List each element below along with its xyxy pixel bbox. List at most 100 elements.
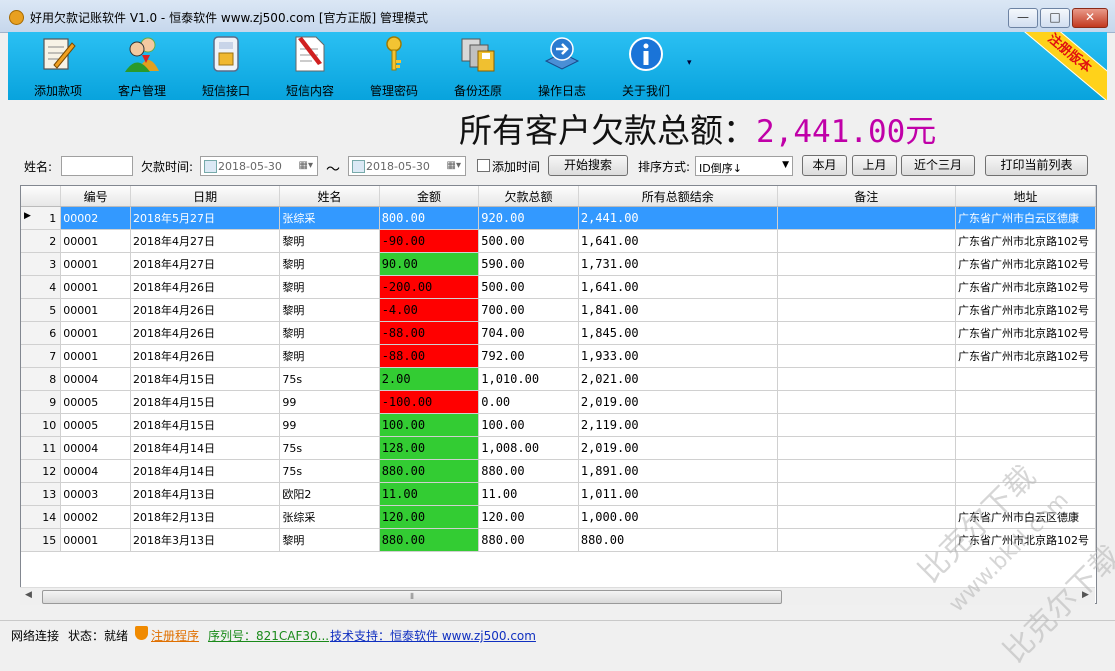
column-header-balance[interactable]: 所有总额结余 (578, 186, 778, 207)
cell-id[interactable]: 00001 (60, 344, 131, 368)
cell-amount[interactable]: 880.00 (379, 459, 480, 483)
cell-amount[interactable]: -4.00 (379, 298, 480, 322)
row-number[interactable]: 9 (21, 390, 62, 414)
cell-address[interactable]: 广东省广州市北京路102号 (955, 275, 1096, 299)
cell-address[interactable]: 广东省广州市北京路102号 (955, 528, 1096, 552)
table-row[interactable]: 13 00003 2018年4月13日 欧阳2 11.00 11.00 1,011.00 (21, 482, 1096, 506)
cell-date[interactable]: 2018年4月14日 (130, 459, 281, 483)
cell-date[interactable]: 2018年4月27日 (130, 229, 281, 253)
last-three-months-button[interactable]: 近个三月 (901, 155, 975, 176)
cell-name[interactable]: 黎明 (279, 229, 380, 253)
cell-address[interactable] (955, 459, 1096, 483)
row-number[interactable]: 7 (21, 344, 62, 368)
cell-id[interactable]: 00001 (60, 275, 131, 299)
search-button[interactable]: 开始搜索 (548, 155, 628, 176)
cell-balance[interactable]: 2,019.00 (578, 390, 778, 414)
column-header-id[interactable]: 编号 (60, 186, 131, 207)
cell-balance[interactable]: 2,021.00 (578, 367, 778, 391)
table-row[interactable]: 8 00004 2018年4月15日 75s 2.00 1,010.00 2,021.00 (21, 367, 1096, 391)
cell-note[interactable] (777, 321, 956, 345)
cell-note[interactable] (777, 206, 956, 230)
support-link[interactable]: 技术支持：恒泰软件 www.zj500.com (330, 627, 536, 644)
cell-address[interactable] (955, 482, 1096, 506)
cell-balance[interactable]: 1,891.00 (578, 459, 778, 483)
cell-balance[interactable]: 2,019.00 (578, 436, 778, 460)
serial-number[interactable]: 序列号：821CAF30... (208, 627, 329, 644)
cell-amount[interactable]: -88.00 (379, 344, 480, 368)
cell-name[interactable]: 99 (279, 413, 380, 437)
row-number[interactable]: 13 (21, 482, 62, 506)
row-number[interactable]: 5 (21, 298, 62, 322)
table-row[interactable]: 6 00001 2018年4月26日 黎明 -88.00 704.00 1,845.00 广东… (21, 321, 1096, 345)
cell-balance[interactable]: 2,119.00 (578, 413, 778, 437)
tool-sms-content[interactable]: 短信内容 (268, 32, 352, 100)
minimize-button[interactable]: — (1008, 8, 1038, 28)
table-row[interactable]: 3 00001 2018年4月27日 黎明 90.00 590.00 1,731.00 广东省… (21, 252, 1096, 276)
cell-name[interactable]: 黎明 (279, 275, 380, 299)
scroll-right-icon[interactable]: ▶ (1082, 590, 1089, 600)
cell-balance[interactable]: 1,011.00 (578, 482, 778, 506)
cell-amount[interactable]: -200.00 (379, 275, 480, 299)
cell-name[interactable]: 张综采 (279, 505, 380, 529)
cell-debt-total[interactable]: 100.00 (478, 413, 579, 437)
horizontal-scrollbar[interactable]: ◀ ⦀ ▶ (20, 587, 1095, 605)
cell-note[interactable] (777, 229, 956, 253)
cell-note[interactable] (777, 528, 956, 552)
cell-date[interactable]: 2018年4月26日 (130, 321, 281, 345)
cell-debt-total[interactable]: 700.00 (478, 298, 579, 322)
cell-id[interactable]: 00004 (60, 459, 131, 483)
cell-id[interactable]: 00005 (60, 413, 131, 437)
cell-id[interactable]: 00001 (60, 252, 131, 276)
column-header-address[interactable]: 地址 (955, 186, 1096, 207)
cell-balance[interactable]: 880.00 (578, 528, 778, 552)
cell-amount[interactable]: 128.00 (379, 436, 480, 460)
cell-amount[interactable]: 800.00 (379, 206, 480, 230)
date-to-picker[interactable]: 2018-05-30 ▦▾ (348, 156, 466, 176)
column-header-debt-total[interactable]: 欠款总额 (478, 186, 579, 207)
cell-amount[interactable]: 11.00 (379, 482, 480, 506)
row-number[interactable]: 12 (21, 459, 62, 483)
cell-balance[interactable]: 2,441.00 (578, 206, 778, 230)
this-month-button[interactable]: 本月 (802, 155, 847, 176)
cell-date[interactable]: 2018年4月14日 (130, 436, 281, 460)
print-list-button[interactable]: 打印当前列表 (985, 155, 1088, 176)
tool-sms-api[interactable]: 短信接口 (184, 32, 268, 100)
row-number[interactable]: 14 (21, 505, 62, 529)
cell-id[interactable]: 00001 (60, 321, 131, 345)
close-button[interactable]: ✕ (1072, 8, 1108, 28)
cell-address[interactable]: 广东省广州市北京路102号 (955, 321, 1096, 345)
last-month-button[interactable]: 上月 (852, 155, 897, 176)
cell-balance[interactable]: 1,641.00 (578, 275, 778, 299)
cell-name[interactable]: 75s (279, 459, 380, 483)
cell-debt-total[interactable]: 500.00 (478, 229, 579, 253)
debt-records-grid[interactable]: 编号 日期 姓名 金额 欠款总额 所有总额结余 备注 地址 ▶ 1 00002 201… (20, 185, 1097, 604)
cell-address[interactable]: 广东省广州市北京路102号 (955, 298, 1096, 322)
cell-amount[interactable]: 120.00 (379, 505, 480, 529)
table-row[interactable]: 14 00002 2018年2月13日 张综采 120.00 120.00 1,000.00… (21, 505, 1096, 529)
cell-name[interactable]: 75s (279, 367, 380, 391)
cell-date[interactable]: 2018年4月27日 (130, 252, 281, 276)
cell-id[interactable]: 00001 (60, 528, 131, 552)
cell-id[interactable]: 00004 (60, 367, 131, 391)
cell-balance[interactable]: 1,641.00 (578, 229, 778, 253)
cell-date[interactable]: 2018年4月15日 (130, 367, 281, 391)
cell-amount[interactable]: -100.00 (379, 390, 480, 414)
name-input[interactable] (61, 156, 133, 176)
cell-note[interactable] (777, 275, 956, 299)
cell-name[interactable]: 黎明 (279, 344, 380, 368)
row-number[interactable]: 6 (21, 321, 62, 345)
tool-password[interactable]: 管理密码 (352, 32, 436, 100)
cell-debt-total[interactable]: 920.00 (478, 206, 579, 230)
cell-balance[interactable]: 1,933.00 (578, 344, 778, 368)
cell-address[interactable]: 广东省广州市白云区德康 (955, 206, 1096, 230)
row-number[interactable]: 11 (21, 436, 62, 460)
cell-date[interactable]: 2018年4月13日 (130, 482, 281, 506)
cell-name[interactable]: 欧阳2 (279, 482, 380, 506)
cell-date[interactable]: 2018年4月26日 (130, 344, 281, 368)
cell-note[interactable] (777, 298, 956, 322)
row-number[interactable]: ▶ 1 (21, 206, 62, 230)
cell-id[interactable]: 00001 (60, 229, 131, 253)
tool-customers[interactable]: 客户管理 (100, 32, 184, 100)
row-number[interactable]: 2 (21, 229, 62, 253)
table-row[interactable]: 4 00001 2018年4月26日 黎明 -200.00 500.00 1,641.00 广… (21, 275, 1096, 299)
